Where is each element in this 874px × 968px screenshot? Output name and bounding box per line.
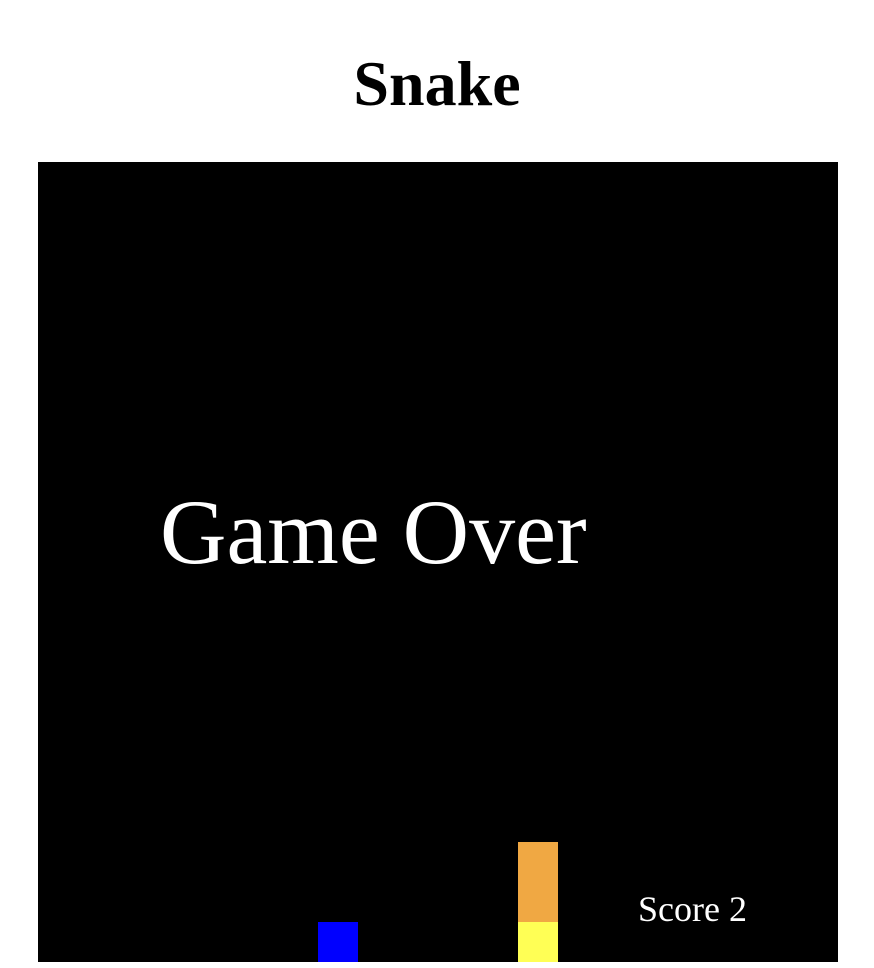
snake-body-segment xyxy=(518,842,558,922)
food-item xyxy=(318,922,358,962)
score-value: 2 xyxy=(728,889,747,929)
score-display: Score 2 xyxy=(638,889,747,929)
snake-head xyxy=(518,922,558,962)
game-over-message: Game Over xyxy=(160,481,587,583)
score-label: Score xyxy=(638,889,720,929)
game-board[interactable]: Game Over Score 2 xyxy=(38,162,838,962)
page-title: Snake xyxy=(353,48,521,119)
